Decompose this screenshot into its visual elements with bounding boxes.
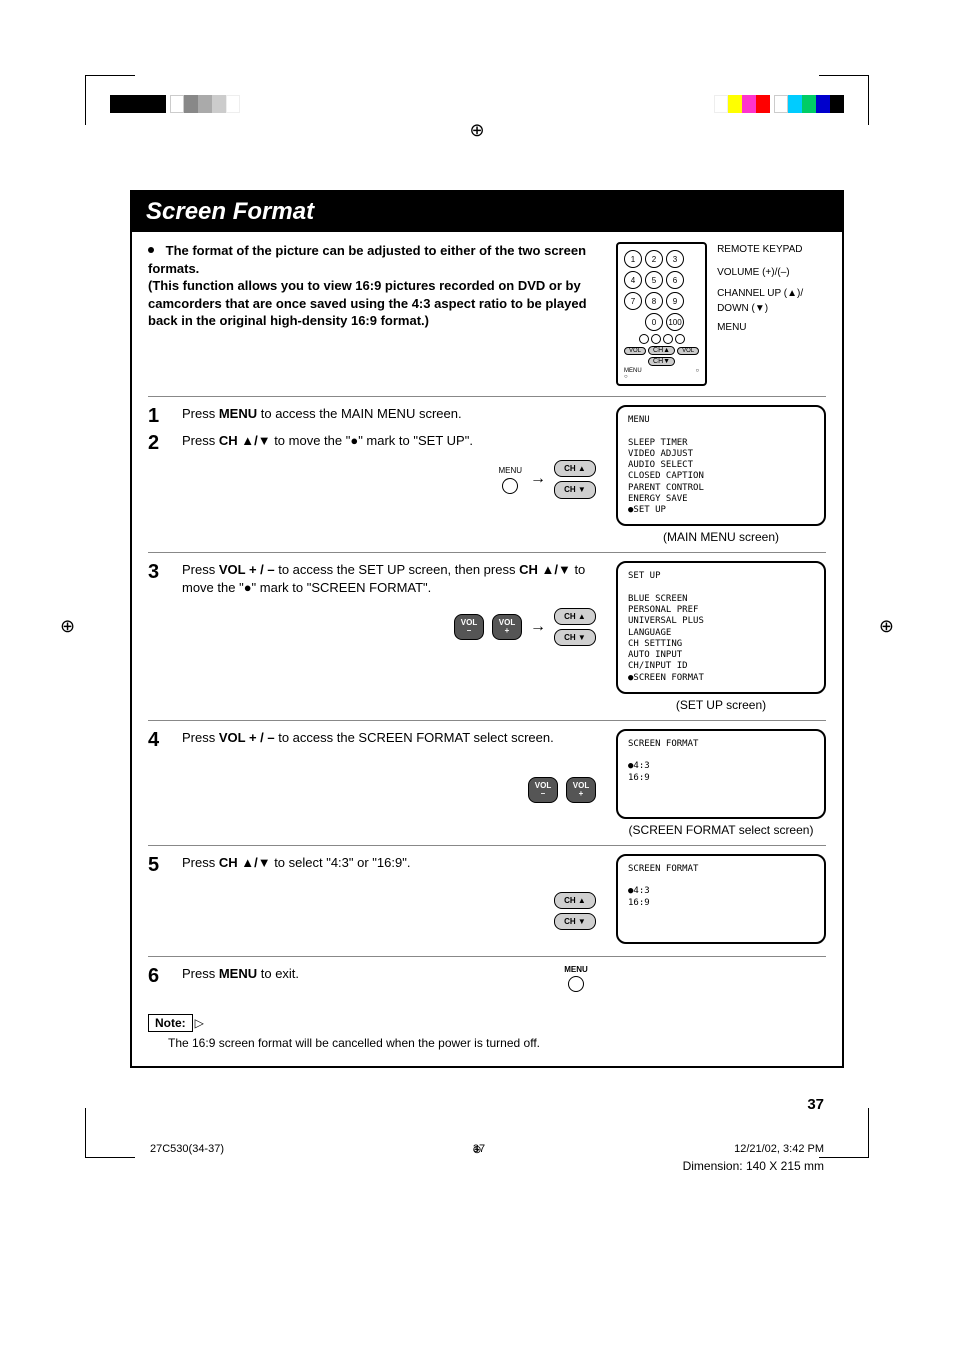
ch-down-button: CH ▼ — [554, 629, 596, 646]
step-1-text: Press MENU to access the MAIN MENU scree… — [182, 405, 606, 428]
ch-up-button: CH ▲ — [554, 608, 596, 625]
main-content-frame: Screen Format The format of the picture … — [130, 190, 844, 1068]
register-cross-bottom: ⊕ — [472, 1143, 481, 1156]
bullet-icon — [148, 247, 154, 253]
step-2-text: Press CH ▲/▼ to move the "●" mark to "SE… — [182, 432, 606, 499]
intro-main: The format of the picture can be adjuste… — [148, 243, 586, 276]
remote-label-channel: CHANNEL UP (▲)/ DOWN (▼) — [717, 286, 826, 316]
step-number: 4 — [148, 729, 172, 752]
footer-right: 12/21/02, 3:42 PM — [734, 1143, 824, 1155]
remote-label-keypad: REMOTE KEYPAD — [717, 242, 826, 257]
footer: 27C530(34-37) 37 ⊕ 12/21/02, 3:42 PM — [130, 1143, 844, 1155]
page-number: 37 — [130, 1096, 844, 1113]
dimension-text: Dimension: 140 X 215 mm — [130, 1159, 844, 1173]
intro-paragraph: The format of the picture can be adjuste… — [148, 242, 596, 330]
step-number: 1 — [148, 405, 172, 428]
intro-sub: (This function allows you to view 16:9 p… — [148, 278, 587, 328]
step-number: 2 — [148, 432, 172, 499]
arrow-icon: → — [530, 468, 546, 490]
step-number: 6 — [148, 965, 172, 988]
step-3-text: Press VOL + / – to access the SET UP scr… — [182, 561, 606, 646]
remote-diagram: 123 456 789 0100 — [616, 242, 826, 386]
menu-button-icon: MENU — [498, 465, 522, 494]
step-number: 5 — [148, 854, 172, 877]
vol-plus-button: VOL+ — [492, 614, 522, 640]
ch-down-button: CH ▼ — [554, 913, 596, 930]
step-6-text: Press MENU to exit. — [182, 965, 536, 983]
step-4-text: Press VOL + / – to access the SCREEN FOR… — [182, 729, 606, 803]
section-title: Screen Format — [132, 192, 842, 232]
vol-plus-button: VOL+ — [566, 777, 596, 803]
step-5-text: Press CH ▲/▼ to select "4:3" or "16:9". … — [182, 854, 606, 931]
osd-caption: (SET UP screen) — [616, 698, 826, 712]
note-arrow-icon: ▷ — [195, 1016, 204, 1030]
footer-left: 27C530(34-37) — [150, 1143, 224, 1155]
register-cross-right: ⊕ — [879, 616, 894, 637]
osd-main-menu: MENU SLEEP TIMER VIDEO ADJUST AUDIO SELE… — [616, 405, 826, 526]
note-text: The 16:9 screen format will be cancelled… — [168, 1036, 826, 1050]
step-number: 3 — [148, 561, 172, 584]
vol-minus-button: VOL– — [454, 614, 484, 640]
crop-mark-bl — [85, 1108, 135, 1158]
osd-caption: (SCREEN FORMAT select screen) — [616, 823, 826, 837]
osd-setup: SET UP BLUE SCREEN PERSONAL PREF UNIVERS… — [616, 561, 826, 694]
osd-format-select: SCREEN FORMAT ●4:3 16:9 — [616, 729, 826, 819]
ch-up-button: CH ▲ — [554, 892, 596, 909]
remote-label-volume: VOLUME (+)/(–) — [717, 265, 826, 280]
register-cross-top: ⊕ — [469, 120, 484, 141]
ch-down-button: CH ▼ — [554, 481, 596, 498]
arrow-icon: → — [530, 616, 546, 638]
ch-up-button: CH ▲ — [554, 460, 596, 477]
remote-label-menu: MENU — [717, 320, 826, 335]
vol-minus-button: VOL– — [528, 777, 558, 803]
osd-format-select-2: SCREEN FORMAT ●4:3 16:9 — [616, 854, 826, 944]
crop-mark-br — [819, 1108, 869, 1158]
osd-caption: (MAIN MENU screen) — [616, 530, 826, 544]
note-label: Note: — [148, 1014, 193, 1032]
note-section: Note:▷ The 16:9 screen format will be ca… — [148, 1000, 826, 1050]
register-cross-left: ⊕ — [60, 616, 75, 637]
menu-button-icon: MENU — [546, 965, 606, 992]
